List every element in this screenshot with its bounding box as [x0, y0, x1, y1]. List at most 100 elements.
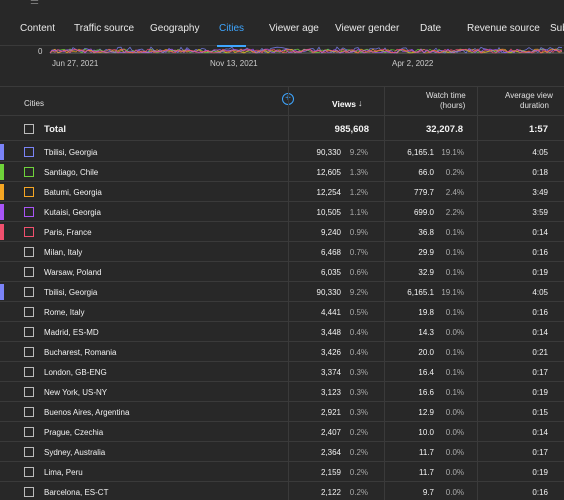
table-row[interactable]: Bucharest, Romania 3,426 0.4% 20.0 0.1% 0:21: [0, 342, 564, 362]
avg-duration-value: 0:14: [532, 428, 548, 437]
date-label-3: Apr 2, 2022: [392, 59, 434, 68]
table-row[interactable]: Sydney, Australia 2,364 0.2% 11.7 0.0% 0:17: [0, 442, 564, 462]
table-row[interactable]: Kutaisi, Georgia 10,505 1.1% 699.0 2.2% 3:59: [0, 202, 564, 222]
row-checkbox[interactable]: [24, 367, 34, 377]
views-value: 9,240: [320, 228, 341, 237]
watch-time-percent: 0.1%: [445, 308, 464, 317]
tab-viewer-age[interactable]: Viewer age: [269, 10, 319, 46]
filter-bar[interactable]: ☰: [0, 0, 564, 10]
row-checkbox[interactable]: [24, 187, 34, 197]
tab-revenue-source[interactable]: Revenue source: [467, 10, 540, 46]
table-row[interactable]: Buenos Aires, Argentina 2,921 0.3% 12.9 0.0%…: [0, 402, 564, 422]
avg-duration-value: 0:17: [532, 368, 548, 377]
watch-time-percent: 0.0%: [445, 488, 464, 497]
views-value: 3,374: [320, 368, 341, 377]
dimension-tabs: Content Traffic source Geography Cities View…: [0, 10, 564, 47]
watch-time-value: 20.0: [418, 348, 434, 357]
row-checkbox[interactable]: [24, 427, 34, 437]
city-name: Rome, Italy: [44, 308, 85, 317]
avg-duration-value: 3:59: [532, 208, 548, 217]
city-name: Santiago, Chile: [44, 168, 99, 177]
filter-icon[interactable]: ☰: [30, 0, 39, 7]
watch-time-percent: 0.1%: [445, 388, 464, 397]
table-row[interactable]: Madrid, ES-MD 3,448 0.4% 14.3 0.0% 0:14: [0, 322, 564, 342]
views-percent: 0.9%: [349, 228, 368, 237]
views-percent: 0.2%: [349, 448, 368, 457]
watch-time-value: 36.8: [418, 228, 434, 237]
watch-time-value: 11.7: [419, 468, 434, 477]
row-checkbox[interactable]: [24, 207, 34, 217]
row-checkbox[interactable]: [24, 347, 34, 357]
avg-duration-value: 0:14: [532, 328, 548, 337]
table-row[interactable]: Lima, Peru 2,159 0.2% 11.7 0.0% 0:19: [0, 462, 564, 482]
row-checkbox[interactable]: [24, 227, 34, 237]
tab-date[interactable]: Date: [420, 10, 441, 46]
avg-duration-value: 0:21: [532, 348, 548, 357]
table-row[interactable]: Tbilisi, Georgia 90,330 9.2% 6,165.1 19.1% 4:…: [0, 142, 564, 162]
watch-time-percent: 19.1%: [441, 148, 464, 157]
row-checkbox[interactable]: [24, 267, 34, 277]
city-name: Tbilisi, Georgia: [44, 288, 98, 297]
row-checkbox[interactable]: [24, 387, 34, 397]
row-checkbox[interactable]: [24, 407, 34, 417]
table-row[interactable]: Santiago, Chile 12,605 1.3% 66.0 0.2% 0:18: [0, 162, 564, 182]
table-row[interactable]: Batumi, Georgia 12,254 1.2% 779.7 2.4% 3:49: [0, 182, 564, 202]
tab-sub[interactable]: Sub: [550, 10, 564, 46]
row-checkbox[interactable]: [24, 327, 34, 337]
row-checkbox[interactable]: [24, 487, 34, 497]
total-views: 985,608: [334, 124, 369, 135]
row-checkbox[interactable]: [24, 287, 34, 297]
tab-cities[interactable]: Cities: [216, 10, 247, 47]
table-row[interactable]: New York, US-NY 3,123 0.3% 16.6 0.1% 0:19: [0, 382, 564, 402]
table-row[interactable]: Milan, Italy 6,468 0.7% 29.9 0.1% 0:16: [0, 242, 564, 262]
city-name: Barcelona, ES-CT: [44, 488, 109, 497]
row-checkbox[interactable]: [24, 447, 34, 457]
city-name: Warsaw, Poland: [44, 268, 102, 277]
views-percent: 1.1%: [349, 208, 368, 217]
views-value: 90,330: [316, 288, 341, 297]
views-value: 6,468: [320, 248, 341, 257]
row-checkbox[interactable]: [24, 147, 34, 157]
table-row[interactable]: London, GB-ENG 3,374 0.3% 16.4 0.1% 0:17: [0, 362, 564, 382]
row-checkbox[interactable]: [24, 167, 34, 177]
row-checkbox[interactable]: [24, 467, 34, 477]
total-checkbox[interactable]: [24, 124, 34, 134]
table-row[interactable]: Rome, Italy 4,441 0.5% 19.8 0.1% 0:16: [0, 302, 564, 322]
views-value: 2,364: [320, 448, 341, 457]
avg-duration-value: 0:19: [532, 268, 548, 277]
row-checkbox[interactable]: [24, 307, 34, 317]
watch-time-percent: 0.0%: [445, 468, 464, 477]
city-name: London, GB-ENG: [44, 368, 107, 377]
arrow-down-icon[interactable]: ↓: [358, 98, 363, 108]
column-divider: [384, 86, 385, 500]
total-watch-time: 32,207.8: [426, 124, 463, 135]
views-percent: 0.4%: [349, 348, 368, 357]
cities-column-header[interactable]: Cities: [24, 99, 44, 108]
views-column-header[interactable]: Views: [332, 99, 356, 109]
table-row[interactable]: Barcelona, ES-CT 2,122 0.2% 9.7 0.0% 0:16: [0, 482, 564, 500]
table-row[interactable]: Prague, Czechia 2,407 0.2% 10.0 0.0% 0:14: [0, 422, 564, 442]
watch-time-value: 29.9: [418, 248, 434, 257]
avg-duration-value: 4:05: [532, 148, 548, 157]
table-row[interactable]: Paris, France 9,240 0.9% 36.8 0.1% 0:14: [0, 222, 564, 242]
table-row[interactable]: Warsaw, Poland 6,035 0.6% 32.9 0.1% 0:19: [0, 262, 564, 282]
tab-geography[interactable]: Geography: [150, 10, 199, 46]
watch-time-value: 14.3: [418, 328, 434, 337]
total-row: Total 985,608 32,207.8 1:57: [0, 117, 564, 141]
watch-time-percent: 0.0%: [445, 328, 464, 337]
views-percent: 0.5%: [349, 308, 368, 317]
watch-time-column-header[interactable]: Watch time: [426, 91, 466, 100]
date-label-2: Nov 13, 2021: [210, 59, 258, 68]
table-row[interactable]: Tbilisi, Georgia 90,330 9.2% 6,165.1 19.1% 4:…: [0, 282, 564, 302]
row-checkbox[interactable]: [24, 247, 34, 257]
avg-view-duration-header[interactable]: Average view: [505, 91, 553, 100]
watch-time-percent: 0.1%: [445, 228, 464, 237]
avg-duration-value: 0:16: [532, 248, 548, 257]
city-name: Sydney, Australia: [44, 448, 106, 457]
tab-content[interactable]: Content: [20, 10, 55, 46]
views-percent: 0.4%: [349, 328, 368, 337]
views-value: 12,605: [316, 168, 341, 177]
tab-viewer-gender[interactable]: Viewer gender: [335, 10, 399, 46]
watch-time-value: 9.7: [422, 488, 434, 497]
tab-traffic-source[interactable]: Traffic source: [74, 10, 134, 46]
